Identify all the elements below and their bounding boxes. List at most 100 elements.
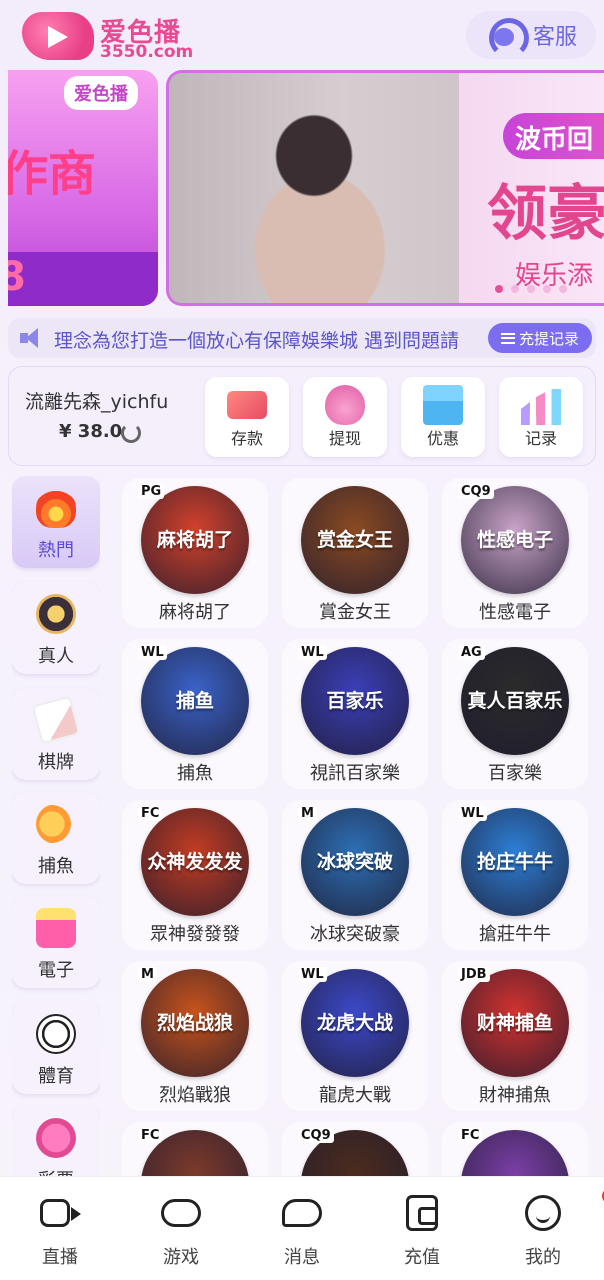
game-provider-badge: CQ9 <box>298 1128 334 1143</box>
carousel-dot[interactable] <box>527 285 535 293</box>
tab-recharge[interactable]: 充值 <box>362 1195 482 1275</box>
wallet-icon <box>406 1195 438 1231</box>
game-provider-badge: AG <box>458 645 485 660</box>
speaker-icon <box>20 328 46 348</box>
game-label: 捕魚 <box>177 763 213 784</box>
deposit-button[interactable]: 存款 <box>205 377 289 457</box>
game-label: 賞金女王 <box>319 602 391 623</box>
banner-tag: 波币回 <box>503 113 604 159</box>
game-tile[interactable]: 烈焰战狼 M 烈焰戰狼 <box>122 961 268 1111</box>
fish-icon <box>36 804 76 844</box>
username: 流離先森_yichfu <box>25 391 169 413</box>
tab-games[interactable]: 游戏 <box>121 1195 241 1275</box>
game-provider-badge: FC <box>138 806 163 821</box>
withdraw-button[interactable]: 提现 <box>303 377 387 457</box>
tab-label: 直播 <box>42 1247 78 1268</box>
category-sports[interactable]: 體育 <box>12 1002 100 1094</box>
game-icon: 捕鱼 <box>141 647 249 755</box>
carousel-dots <box>495 285 567 293</box>
game-tile[interactable]: 龙虎大战 WL 龍虎大戰 <box>282 961 428 1111</box>
game-tile[interactable]: 赏金女王 賞金女王 <box>282 478 428 628</box>
promotions-button[interactable]: 优惠 <box>401 377 485 457</box>
promotions-label: 优惠 <box>426 429 459 448</box>
tab-messages[interactable]: 消息 <box>242 1195 362 1275</box>
carousel-dot[interactable] <box>543 285 551 293</box>
wallet-actions: 存款 提现 优惠 记录 <box>205 377 583 457</box>
game-icon-title: 龙虎大战 <box>316 1011 393 1034</box>
tab-live[interactable]: 直播 <box>0 1195 120 1275</box>
banner-left-stripe <box>8 252 158 306</box>
refresh-icon[interactable] <box>121 423 141 443</box>
game-icon-title: 捕鱼 <box>175 689 214 712</box>
records-button[interactable]: 记录 <box>499 377 583 457</box>
game-tile[interactable]: FC <box>442 1122 588 1176</box>
records-label: 记录 <box>524 429 557 448</box>
category-label: 棋牌 <box>38 752 74 773</box>
moneybag-icon <box>325 385 365 425</box>
logo-domain: 3550.com <box>100 42 194 62</box>
game-provider-badge: FC <box>138 1128 163 1143</box>
game-icon-title: 烈焰战狼 <box>156 1011 233 1034</box>
game-provider-badge: WL <box>298 967 327 982</box>
game-tile[interactable]: 性感电子 CQ9 性感電子 <box>442 478 588 628</box>
banner-slide-previous[interactable]: 爱色播 作商 8 <box>8 70 158 306</box>
carousel-dot[interactable] <box>559 285 567 293</box>
game-icon-title: 众神发发发 <box>147 850 243 873</box>
category-live[interactable]: 真人 <box>12 582 100 674</box>
message-icon <box>282 1199 322 1227</box>
headset-icon <box>485 18 529 58</box>
announcement-bar[interactable]: 理念為您打造一個放心有保障娛樂城 遇到問題請 充提记录 <box>8 318 596 358</box>
game-provider-badge: WL <box>458 806 487 821</box>
carousel-dot[interactable] <box>511 285 519 293</box>
balance-amount: ¥ 38.0 <box>59 421 123 442</box>
game-icon-title: 赏金女王 <box>316 528 393 551</box>
chip-icon <box>36 594 76 634</box>
game-icon-title: 抢庄牛牛 <box>476 850 553 873</box>
wallet-card: 流離先森_yichfu ¥ 38.0 存款 提现 优惠 记录 <box>8 366 596 466</box>
game-icon-title: 麻将胡了 <box>156 528 233 551</box>
category-hot[interactable]: 熱門 <box>12 476 100 568</box>
category-label: 捕魚 <box>38 856 74 877</box>
game-tile[interactable]: 真人百家乐 AG 百家樂 <box>442 639 588 789</box>
banner-slide-current[interactable]: 波币回 领豪 娱乐添 <box>166 70 604 306</box>
category-lottery[interactable]: 彩票 <box>12 1106 100 1176</box>
game-label: 龍虎大戰 <box>319 1085 391 1106</box>
game-tile[interactable]: 冰球突破 M 冰球突破豪 <box>282 800 428 950</box>
game-icon: 龙虎大战 <box>301 969 409 1077</box>
game-provider-badge: PG <box>138 484 165 499</box>
game-icon: 冰球突破 <box>301 808 409 916</box>
game-tile[interactable]: 麻将胡了 PG 麻将胡了 <box>122 478 268 628</box>
carousel-dot[interactable] <box>495 285 503 293</box>
game-provider-badge: JDB <box>458 967 490 982</box>
withdraw-label: 提现 <box>328 429 361 448</box>
customer-service-button[interactable]: 客服 <box>466 11 596 59</box>
tab-label: 充值 <box>404 1247 440 1268</box>
promo-banner-carousel[interactable]: 爱色播 作商 8 波币回 领豪 娱乐添 <box>8 70 604 308</box>
customer-service-label: 客服 <box>532 25 577 50</box>
top-header: 爱色播 3550.com 客服 <box>0 0 604 70</box>
tab-profile[interactable]: 我的 <box>483 1188 604 1275</box>
game-tile[interactable]: 财神捕鱼 JDB 財神捕魚 <box>442 961 588 1111</box>
bottom-tab-bar: 直播 游戏 消息 充值 我的 <box>0 1176 604 1280</box>
slot-icon <box>36 908 76 948</box>
game-tile[interactable]: 众神发发发 FC 眾神發發發 <box>122 800 268 950</box>
banner-photo <box>169 73 459 303</box>
game-label: 性感電子 <box>479 602 551 623</box>
game-label: 視訊百家樂 <box>310 763 400 784</box>
category-fishing[interactable]: 捕魚 <box>12 792 100 884</box>
game-tile[interactable]: 百家乐 WL 視訊百家樂 <box>282 639 428 789</box>
category-chess-cards[interactable]: 棋牌 <box>12 688 100 780</box>
game-icon: 财神捕鱼 <box>461 969 569 1077</box>
category-label: 體育 <box>38 1066 74 1087</box>
game-tile[interactable]: 抢庄牛牛 WL 搶莊牛牛 <box>442 800 588 950</box>
game-label: 搶莊牛牛 <box>479 924 551 945</box>
category-slots[interactable]: 電子 <box>12 896 100 988</box>
game-tile[interactable]: FC <box>122 1122 268 1176</box>
game-provider-badge: CQ9 <box>458 484 494 499</box>
game-icon: 众神发发发 <box>141 808 249 916</box>
game-tile[interactable]: CQ9 <box>282 1122 428 1176</box>
card-icon <box>227 391 267 419</box>
game-tile[interactable]: 捕鱼 WL 捕魚 <box>122 639 268 789</box>
game-icon: 烈焰战狼 <box>141 969 249 1077</box>
deposit-withdraw-record-button[interactable]: 充提记录 <box>488 323 592 353</box>
